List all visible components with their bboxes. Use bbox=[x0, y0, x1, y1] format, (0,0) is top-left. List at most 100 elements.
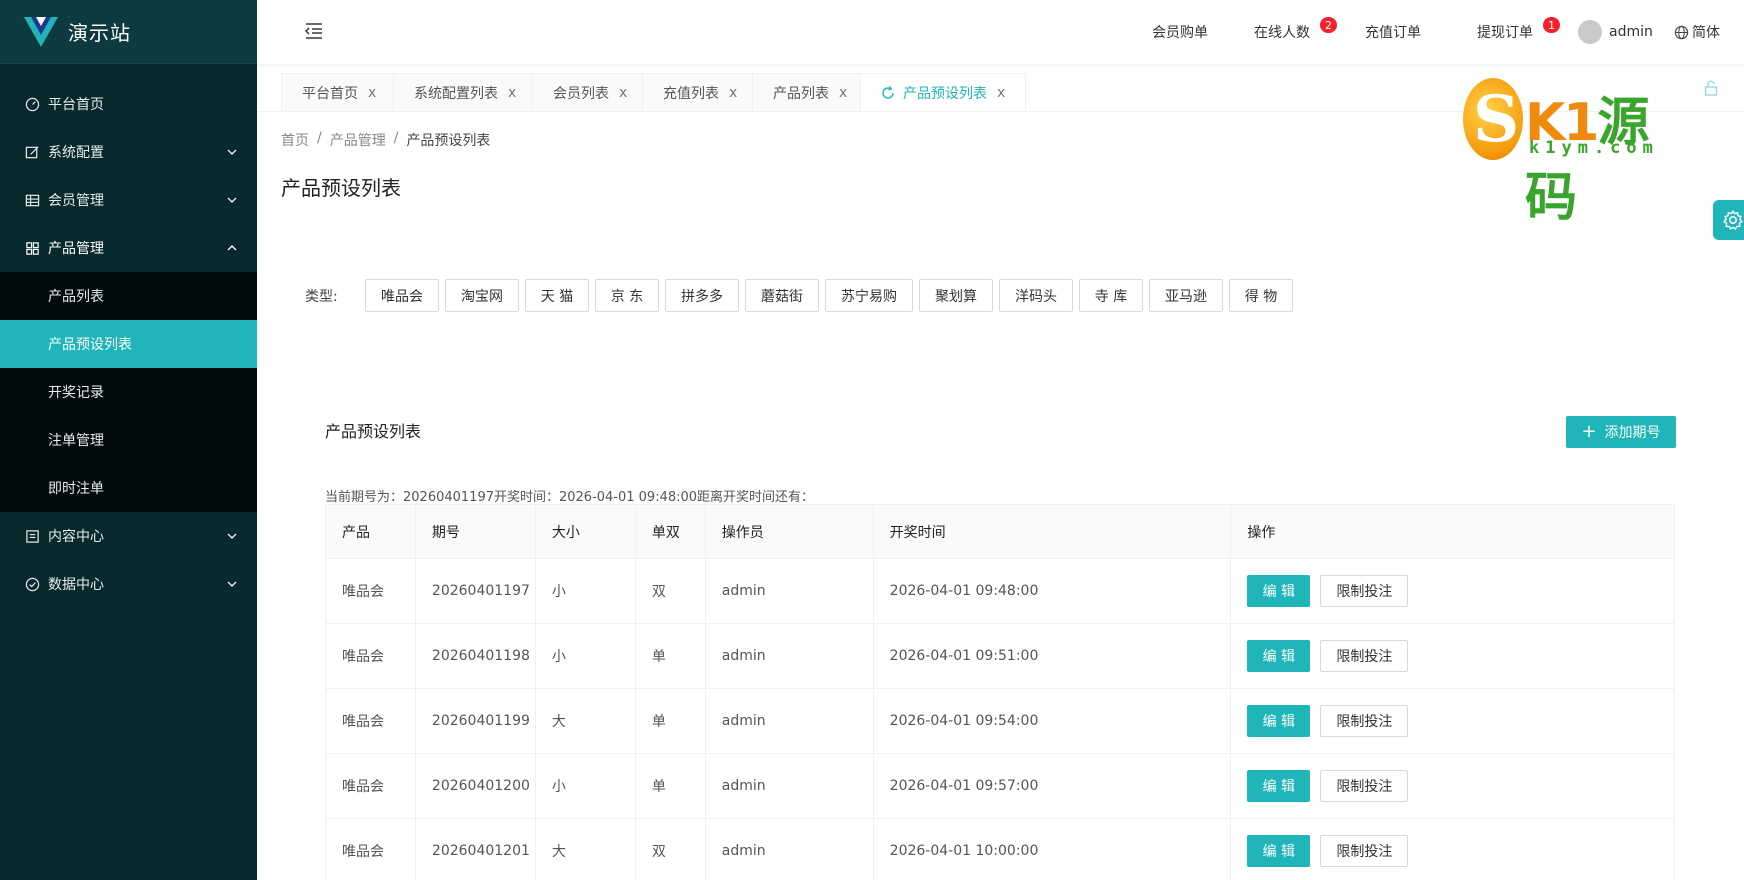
plus-icon: + bbox=[1581, 421, 1597, 442]
edit-icon bbox=[24, 144, 40, 160]
type-filter-button[interactable]: 洋码头 bbox=[999, 279, 1073, 312]
close-icon[interactable]: x bbox=[508, 85, 516, 101]
type-filter-button[interactable]: 聚划算 bbox=[919, 279, 993, 312]
reload-icon[interactable] bbox=[881, 85, 895, 100]
close-icon[interactable]: x bbox=[729, 85, 737, 101]
tab-label: 系统配置列表 bbox=[414, 85, 498, 102]
tab-member-list[interactable]: 会员列表 x bbox=[532, 73, 649, 111]
cell-product: 唯品会 bbox=[325, 688, 416, 754]
sidebar-item-dashboard[interactable]: 平台首页 bbox=[0, 80, 257, 128]
cell-parity: 双 bbox=[634, 818, 706, 880]
limit-bet-button[interactable]: 限制投注 bbox=[1320, 835, 1409, 867]
sidebar-item-bet-management[interactable]: 注单管理 bbox=[0, 416, 257, 464]
chevron-up-icon bbox=[227, 243, 237, 253]
sidebar-item-live-bets[interactable]: 即时注单 bbox=[0, 464, 257, 512]
vue-logo-icon bbox=[24, 16, 58, 47]
dashboard-icon bbox=[24, 96, 40, 112]
table-header-row: 产品 期号 大小 单双 操作员 开奖时间 操作 bbox=[325, 504, 1675, 559]
sidebar-item-members[interactable]: 会员管理 bbox=[0, 176, 257, 224]
avatar[interactable] bbox=[1578, 20, 1602, 44]
nav-label: 充值订单 bbox=[1365, 25, 1421, 41]
close-icon[interactable]: x bbox=[839, 85, 847, 101]
table-icon bbox=[24, 192, 40, 208]
limit-bet-button[interactable]: 限制投注 bbox=[1320, 705, 1409, 737]
add-period-button[interactable]: + 添加期号 bbox=[1566, 416, 1676, 448]
breadcrumb-product-management[interactable]: 产品管理 bbox=[330, 130, 386, 150]
preset-table: 产品 期号 大小 单双 操作员 开奖时间 操作 唯品会 20260401197 … bbox=[325, 504, 1675, 880]
chevron-down-icon bbox=[227, 531, 237, 541]
limit-bet-button[interactable]: 限制投注 bbox=[1320, 640, 1409, 672]
type-filter-button[interactable]: 亚马逊 bbox=[1149, 279, 1223, 312]
cell-parity: 单 bbox=[634, 753, 706, 819]
nav-recharge-orders[interactable]: 充值订单 bbox=[1365, 0, 1421, 64]
settings-drawer-button[interactable] bbox=[1713, 200, 1744, 240]
chevron-down-icon bbox=[227, 147, 237, 157]
edit-button[interactable]: 编 辑 bbox=[1247, 835, 1311, 867]
type-filter-label: 类型: bbox=[305, 289, 338, 305]
watermark-logo: S K1源码 k1ym.com bbox=[1463, 78, 1673, 228]
limit-bet-button[interactable]: 限制投注 bbox=[1320, 770, 1409, 802]
breadcrumb-separator: / bbox=[317, 130, 322, 146]
sidebar-item-product-presets[interactable]: 产品预设列表 bbox=[0, 320, 257, 368]
sidebar-item-label: 产品预设列表 bbox=[48, 337, 132, 353]
table-row: 唯品会 20260401197 小 双 admin 2026-04-01 09:… bbox=[325, 558, 1675, 624]
table-row: 唯品会 20260401199 大 单 admin 2026-04-01 09:… bbox=[325, 688, 1675, 754]
tab-system-config[interactable]: 系统配置列表 x bbox=[393, 73, 538, 111]
cell-operator: admin bbox=[704, 558, 874, 624]
nav-withdraw-orders[interactable]: 提现订单 bbox=[1477, 0, 1533, 64]
sidebar-item-label: 会员管理 bbox=[48, 193, 104, 209]
type-filter-button[interactable]: 天 猫 bbox=[525, 279, 589, 312]
type-filter-button[interactable]: 得 物 bbox=[1229, 279, 1293, 312]
breadcrumb-separator: / bbox=[393, 130, 399, 146]
cell-draw-time: 2026-04-01 09:54:00 bbox=[872, 688, 1232, 754]
cell-size: 小 bbox=[534, 558, 636, 624]
close-icon[interactable]: x bbox=[997, 85, 1005, 101]
sidebar-item-label: 产品管理 bbox=[48, 241, 104, 257]
sidebar-item-data[interactable]: 数据中心 bbox=[0, 560, 257, 608]
tab-recharge-list[interactable]: 充值列表 x bbox=[642, 73, 759, 111]
edit-button[interactable]: 编 辑 bbox=[1247, 770, 1311, 802]
table-row: 唯品会 20260401200 小 单 admin 2026-04-01 09:… bbox=[325, 753, 1675, 819]
nav-label: 提现订单 bbox=[1477, 25, 1533, 41]
edit-button[interactable]: 编 辑 bbox=[1247, 640, 1311, 672]
nav-online-users[interactable]: 在线人数 bbox=[1254, 0, 1310, 64]
close-icon[interactable]: x bbox=[368, 85, 376, 101]
sidebar: 演示站 平台首页 系统配置 会员管理 产品管理 产品列表 产品预设列表 开奖记录… bbox=[0, 0, 257, 880]
close-icon[interactable]: x bbox=[619, 85, 627, 101]
sidebar-item-draw-records[interactable]: 开奖记录 bbox=[0, 368, 257, 416]
add-period-label: 添加期号 bbox=[1604, 425, 1661, 441]
type-filter-button[interactable]: 蘑菇街 bbox=[745, 279, 819, 312]
sidebar-item-system-config[interactable]: 系统配置 bbox=[0, 128, 257, 176]
language-switch[interactable]: 简体 bbox=[1674, 0, 1720, 64]
sidebar-item-products[interactable]: 产品管理 bbox=[0, 224, 257, 272]
table-row: 唯品会 20260401198 小 单 admin 2026-04-01 09:… bbox=[325, 623, 1675, 689]
sidebar-logo[interactable]: 演示站 bbox=[0, 0, 257, 64]
sidebar-item-content[interactable]: 内容中心 bbox=[0, 512, 257, 560]
cell-parity: 双 bbox=[634, 558, 706, 624]
type-filter-button[interactable]: 唯品会 bbox=[365, 279, 439, 312]
edit-button[interactable]: 编 辑 bbox=[1247, 575, 1311, 607]
cell-draw-time: 2026-04-01 09:48:00 bbox=[872, 558, 1232, 624]
sidebar-item-product-list[interactable]: 产品列表 bbox=[0, 272, 257, 320]
limit-bet-button[interactable]: 限制投注 bbox=[1320, 575, 1409, 607]
type-filter-button[interactable]: 寺 库 bbox=[1079, 279, 1143, 312]
breadcrumb-home[interactable]: 首页 bbox=[281, 130, 309, 150]
tab-product-presets[interactable]: 产品预设列表 x bbox=[860, 73, 1027, 111]
tab-dashboard[interactable]: 平台首页 x bbox=[281, 73, 398, 111]
sidebar-item-label: 注单管理 bbox=[48, 433, 104, 449]
chevron-down-icon bbox=[227, 579, 237, 589]
unlock-icon[interactable] bbox=[1703, 80, 1719, 96]
tab-product-list[interactable]: 产品列表 x bbox=[752, 73, 869, 111]
sidebar-item-label: 开奖记录 bbox=[48, 385, 104, 401]
type-filter-button[interactable]: 京 东 bbox=[595, 279, 659, 312]
current-period-info: 当前期号为：20260401197开奖时间：2026-04-01 09:48:0… bbox=[325, 490, 815, 505]
type-filter-button[interactable]: 拼多多 bbox=[665, 279, 739, 312]
cell-actions: 编 辑限制投注 bbox=[1230, 818, 1675, 880]
user-menu[interactable]: admin bbox=[1609, 0, 1653, 64]
edit-button[interactable]: 编 辑 bbox=[1247, 705, 1311, 737]
cell-period: 20260401200 bbox=[414, 753, 536, 819]
type-filter-button[interactable]: 淘宝网 bbox=[445, 279, 519, 312]
type-filter-button[interactable]: 苏宁易购 bbox=[825, 279, 913, 312]
nav-member-orders[interactable]: 会员购单 bbox=[1152, 0, 1208, 64]
menu-fold-icon[interactable] bbox=[304, 22, 324, 40]
